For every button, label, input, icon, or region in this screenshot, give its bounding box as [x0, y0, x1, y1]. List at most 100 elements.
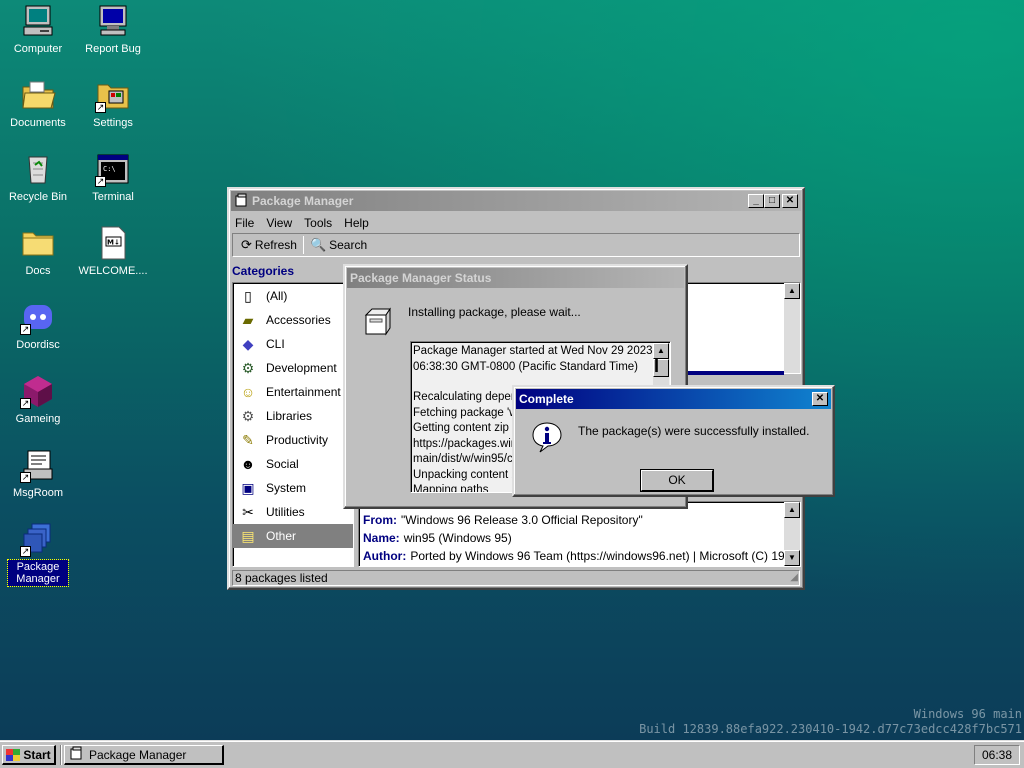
desktop-icon-gameing[interactable]: ↗ Gameing [1, 373, 75, 426]
watermark-line2: Build 12839.88efa922.230410-1942.d77c73e… [639, 722, 1022, 736]
desktop-icon-terminal[interactable]: C:\ ↗ Terminal [76, 151, 150, 204]
minimize-button[interactable]: _ [748, 194, 764, 208]
scroll-down-arrow-icon[interactable]: ▼ [784, 550, 800, 566]
desktop-icon-label: WELCOME.... [78, 265, 148, 277]
desktop-icon-settings[interactable]: ↗ Settings [76, 77, 150, 130]
package-manager-titlebar[interactable]: Package Manager _ □ ✕ [231, 191, 801, 211]
maximize-button[interactable]: □ [764, 194, 780, 208]
build-watermark: Windows 96 main Build 12839.88efa922.230… [639, 707, 1022, 737]
start-button[interactable]: Start [2, 745, 56, 765]
computer-icon: ▣ [241, 479, 255, 496]
category-productivity[interactable]: ✎ Productivity [233, 428, 353, 452]
desktop-icon-doordisc[interactable]: ↗ Doordisc [1, 299, 75, 352]
package-icon: ▯ [244, 287, 252, 304]
gear-icon: ⚙ [241, 407, 255, 424]
menu-file[interactable]: File [235, 216, 254, 230]
desktop-icon-label: Report Bug [85, 43, 141, 55]
package-icon [69, 746, 83, 763]
status-bar: 8 packages listed ◢ [232, 570, 800, 586]
refresh-button[interactable]: ⟳ Refresh [237, 235, 301, 255]
diamond-icon: ◆ [242, 335, 254, 352]
desktop-icon-label: Recycle Bin [8, 191, 68, 203]
ok-button[interactable]: OK [641, 470, 713, 491]
detail-author: Author: Ported by Windows 96 Team (https:… [363, 549, 799, 563]
category-social[interactable]: ☻ Social [233, 452, 353, 476]
refresh-label: Refresh [254, 238, 297, 252]
computer-icon [20, 3, 56, 39]
search-button[interactable]: 🔍 Search [306, 235, 371, 255]
svg-text:M↓: M↓ [107, 239, 120, 247]
close-button[interactable]: ✕ [812, 392, 828, 406]
detail-from: From: "Windows 96 Release 3.0 Official Re… [363, 513, 643, 527]
category-entertainment[interactable]: ☺ Entertainment [233, 380, 353, 404]
category-utilities[interactable]: ✂ Utilities [233, 500, 353, 524]
desktop-icon-label: Doordisc [16, 339, 60, 351]
desktop-icon-msgroom[interactable]: ↗ MsgRoom [1, 447, 75, 500]
tools-icon: ✂ [242, 503, 254, 520]
clock[interactable]: 06:38 [982, 748, 1012, 762]
desktop-icon-label: Terminal [92, 191, 134, 203]
complete-message: The package(s) were successfully install… [578, 424, 810, 438]
desktop-icon-label: MsgRoom [12, 487, 64, 499]
desktop-icon-report-bug[interactable]: Report Bug [76, 3, 150, 56]
taskbar-divider [60, 745, 62, 765]
detail-name: Name: win95 (Windows 95) [363, 531, 512, 545]
desktop-icon-documents[interactable]: Documents [1, 77, 75, 130]
desktop-icon-welcome[interactable]: M↓ WELCOME.... [76, 225, 150, 278]
status-message: Installing package, please wait... [408, 305, 581, 319]
category-all[interactable]: ▯ (All) [233, 284, 353, 308]
category-system[interactable]: ▣ System [233, 476, 353, 500]
menu-bar: File View Tools Help [229, 213, 803, 233]
watermark-line1: Windows 96 main [913, 707, 1022, 721]
window-title: Package Manager [252, 194, 354, 208]
menu-tools[interactable]: Tools [304, 216, 332, 230]
refresh-icon: ⟳ [241, 237, 252, 252]
notepad-icon: ✎ [242, 431, 254, 448]
category-other[interactable]: ▤ Other [233, 524, 353, 548]
gears-icon: ⚙ [241, 359, 255, 376]
smiley-icon: ☺ [240, 384, 256, 400]
details-scrollbar[interactable]: ▲ ▼ [784, 502, 800, 566]
desktop-icon-docs[interactable]: Docs [1, 225, 75, 278]
desktop-icon-label: Gameing [15, 413, 61, 425]
desktop-icon-package-manager[interactable]: ↗ Package Manager [1, 521, 75, 587]
search-label: Search [329, 238, 368, 252]
category-development[interactable]: ⚙ Development [233, 356, 353, 380]
scroll-up-arrow-icon[interactable]: ▲ [784, 283, 800, 299]
status-dialog-titlebar[interactable]: Package Manager Status [347, 268, 684, 288]
briefcase-icon: ▰ [242, 311, 254, 328]
menu-view[interactable]: View [266, 216, 292, 230]
desktop-icon-computer[interactable]: Computer [1, 3, 75, 56]
desktop-icon-recycle-bin[interactable]: Recycle Bin [1, 151, 75, 204]
desktop-icon-label: Documents [10, 117, 66, 129]
close-button[interactable]: ✕ [782, 194, 798, 208]
complete-dialog-titlebar[interactable]: Complete ✕ [516, 389, 831, 409]
package-list-scrollbar[interactable]: ▲ [784, 283, 800, 373]
taskbar: Start Package Manager 06:38 [0, 740, 1024, 768]
category-accessories[interactable]: ▰ Accessories [233, 308, 353, 332]
categories-list: ▯ (All) ▰ Accessories ◆ CLI ⚙ Development ☺ E… [232, 282, 354, 567]
package-icon [234, 193, 248, 210]
package-details: From: "Windows 96 Release 3.0 Official Re… [358, 501, 801, 567]
taskbar-package-manager[interactable]: Package Manager [64, 745, 224, 765]
toolbar: ⟳ Refresh 🔍 Search [232, 233, 800, 257]
categories-header: Categories [232, 264, 295, 278]
start-label: Start [23, 747, 51, 762]
category-libraries[interactable]: ⚙ Libraries [233, 404, 353, 428]
scroll-up-arrow-icon[interactable]: ▲ [784, 502, 800, 518]
complete-dialog-title: Complete [519, 392, 574, 406]
menu-help[interactable]: Help [344, 216, 369, 230]
taskbar-task-label: Package Manager [89, 747, 187, 762]
log-line: 06:38:30 GMT-0800 (Pacific Standard Time… [413, 360, 638, 373]
desktop-icon-label: Computer [13, 43, 63, 55]
package-icon: ↗ [20, 521, 56, 557]
status-dialog-title: Package Manager Status [350, 271, 492, 285]
log-line: Package Manager started at Wed Nov 29 20… [413, 345, 653, 357]
desktop-icon-label: Package Manager [7, 559, 69, 587]
system-tray: 06:38 [974, 745, 1020, 765]
people-icon: ☻ [240, 456, 256, 472]
ok-label: OK [668, 473, 686, 487]
resize-grip-icon[interactable]: ◢ [790, 571, 798, 585]
category-cli[interactable]: ◆ CLI [233, 332, 353, 356]
svg-text:C:\: C:\ [103, 165, 116, 173]
